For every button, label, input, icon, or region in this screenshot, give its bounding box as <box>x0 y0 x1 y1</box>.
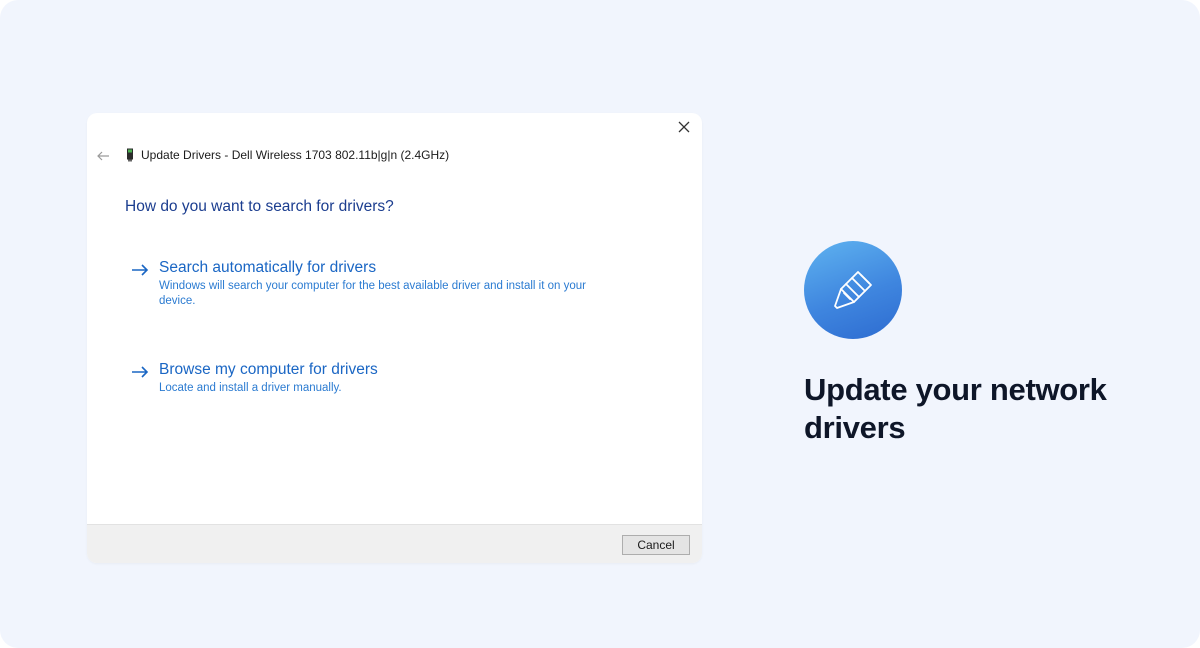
option-title: Browse my computer for drivers <box>159 361 378 378</box>
cancel-button[interactable]: Cancel <box>622 535 690 555</box>
arrow-right-icon <box>132 366 149 378</box>
arrow-right-icon <box>132 264 149 276</box>
browse-computer-option[interactable]: Browse my computer for drivers Locate an… <box>131 361 599 396</box>
search-question-heading: How do you want to search for drivers? <box>125 198 394 215</box>
feature-headline: Update your network drivers <box>804 372 1107 445</box>
option-title: Search automatically for drivers <box>159 259 377 276</box>
option-description: Locate and install a driver manually. <box>159 382 342 394</box>
back-arrow-icon <box>97 151 109 161</box>
feature-icon-badge <box>804 241 902 339</box>
dialog-footer: Cancel <box>87 524 702 563</box>
ethernet-cable-icon <box>834 271 872 309</box>
back-button[interactable] <box>93 147 113 165</box>
close-icon <box>678 121 690 133</box>
update-drivers-dialog: Update Drivers - Dell Wireless 1703 802.… <box>87 113 702 563</box>
dialog-title-row: Update Drivers - Dell Wireless 1703 802.… <box>125 148 449 162</box>
close-button[interactable] <box>672 117 696 137</box>
dialog-title: Update Drivers - Dell Wireless 1703 802.… <box>141 148 450 162</box>
search-automatically-option[interactable]: Search automatically for drivers Windows… <box>131 259 599 309</box>
network-adapter-icon <box>127 148 133 162</box>
option-description: Windows will search your computer for th… <box>159 280 586 307</box>
page-canvas: Update Drivers - Dell Wireless 1703 802.… <box>0 0 1200 648</box>
